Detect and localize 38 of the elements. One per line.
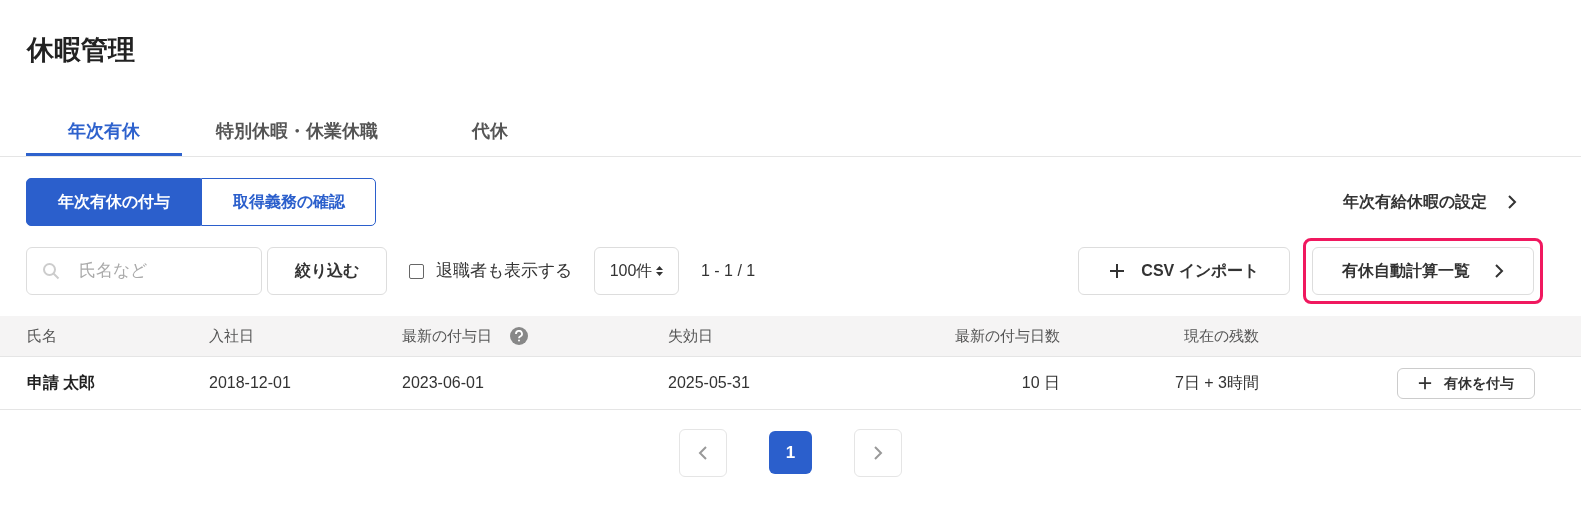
table-cell: 申請 太郎 xyxy=(27,374,96,391)
page-size-select[interactable]: 100件 xyxy=(594,247,679,295)
column-header: 最新の付与日 xyxy=(402,325,492,346)
column-header: 現在の残数 xyxy=(1184,327,1259,344)
segment-tab[interactable]: 取得義務の確認 xyxy=(201,178,376,226)
column-header: 最新の付与日数 xyxy=(955,327,1060,344)
table-cell: 7日 + 3時間 xyxy=(1174,374,1259,391)
checkbox-label: 退職者も表示する xyxy=(436,260,572,283)
table-cell: 2018-12-01 xyxy=(209,374,291,391)
search-field[interactable]: 氏名など xyxy=(26,247,262,295)
plus-icon xyxy=(1109,263,1126,279)
checkbox[interactable] xyxy=(409,263,424,279)
csv-import-button[interactable]: CSV インポート xyxy=(1078,247,1290,295)
settings-link[interactable]: 年次有給休暇の設定 xyxy=(1343,190,1517,214)
sort-arrows-icon xyxy=(656,265,664,277)
table-cell: 2023-06-01 xyxy=(402,374,484,391)
tab[interactable]: 年次有休 xyxy=(26,109,182,156)
page-button[interactable]: 1 xyxy=(769,431,812,474)
chevron-right-icon xyxy=(1507,195,1517,209)
table-cell: 10 日 xyxy=(1021,374,1060,391)
plus-icon xyxy=(1418,376,1432,390)
auto-calc-list-button[interactable]: 有休自動計算一覧 xyxy=(1312,247,1534,295)
search-icon xyxy=(42,262,60,280)
grant-leave-button[interactable]: 有休を付与 xyxy=(1397,367,1535,399)
chevron-left-icon xyxy=(698,446,708,460)
help-icon[interactable] xyxy=(510,327,528,345)
chevron-right-icon xyxy=(873,446,883,460)
filter-button[interactable]: 絞り込む xyxy=(267,247,387,295)
tab[interactable]: 特別休暇・休業休職 xyxy=(182,109,412,156)
range-text: 1 - 1 / 1 xyxy=(701,261,756,281)
column-header: 入社日 xyxy=(209,327,254,344)
table-cell: 2025-05-31 xyxy=(668,374,750,391)
segment-tab[interactable]: 年次有休の付与 xyxy=(26,178,201,226)
tab[interactable]: 代休 xyxy=(412,109,568,156)
page-title: 休暇管理 xyxy=(25,34,136,67)
column-header: 失効日 xyxy=(668,327,713,344)
chevron-right-icon xyxy=(1494,264,1504,278)
column-header: 氏名 xyxy=(27,327,57,344)
